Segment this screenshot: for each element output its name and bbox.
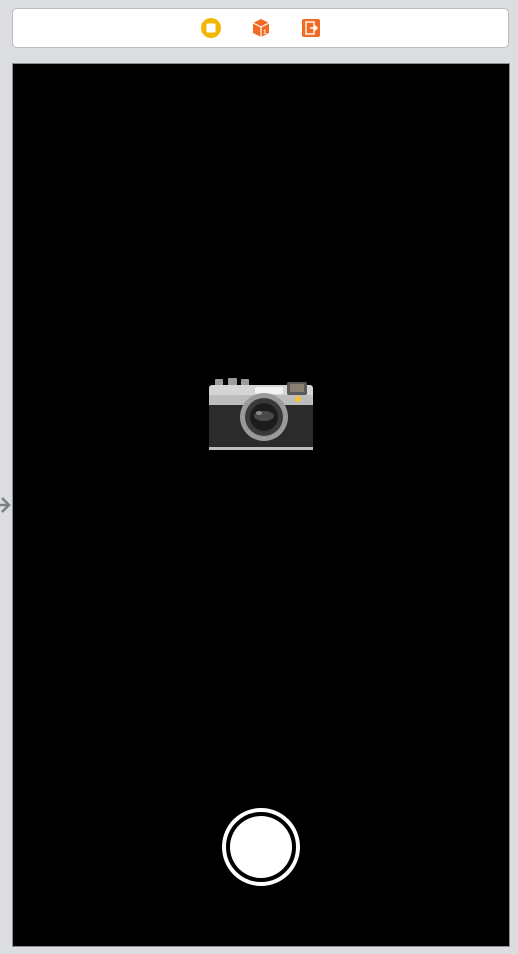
view-controller-icon[interactable]	[199, 16, 223, 40]
first-responder-icon[interactable]: 1	[249, 16, 273, 40]
initial-view-controller-arrow-icon	[0, 494, 12, 516]
exit-icon[interactable]	[299, 16, 323, 40]
shutter-button[interactable]	[222, 808, 300, 886]
camera-icon	[209, 377, 313, 453]
shutter-button-inner	[230, 816, 292, 878]
scene-dock: 1	[12, 8, 509, 48]
storyboard-canvas: 1	[0, 0, 518, 954]
camera-view	[12, 63, 510, 947]
